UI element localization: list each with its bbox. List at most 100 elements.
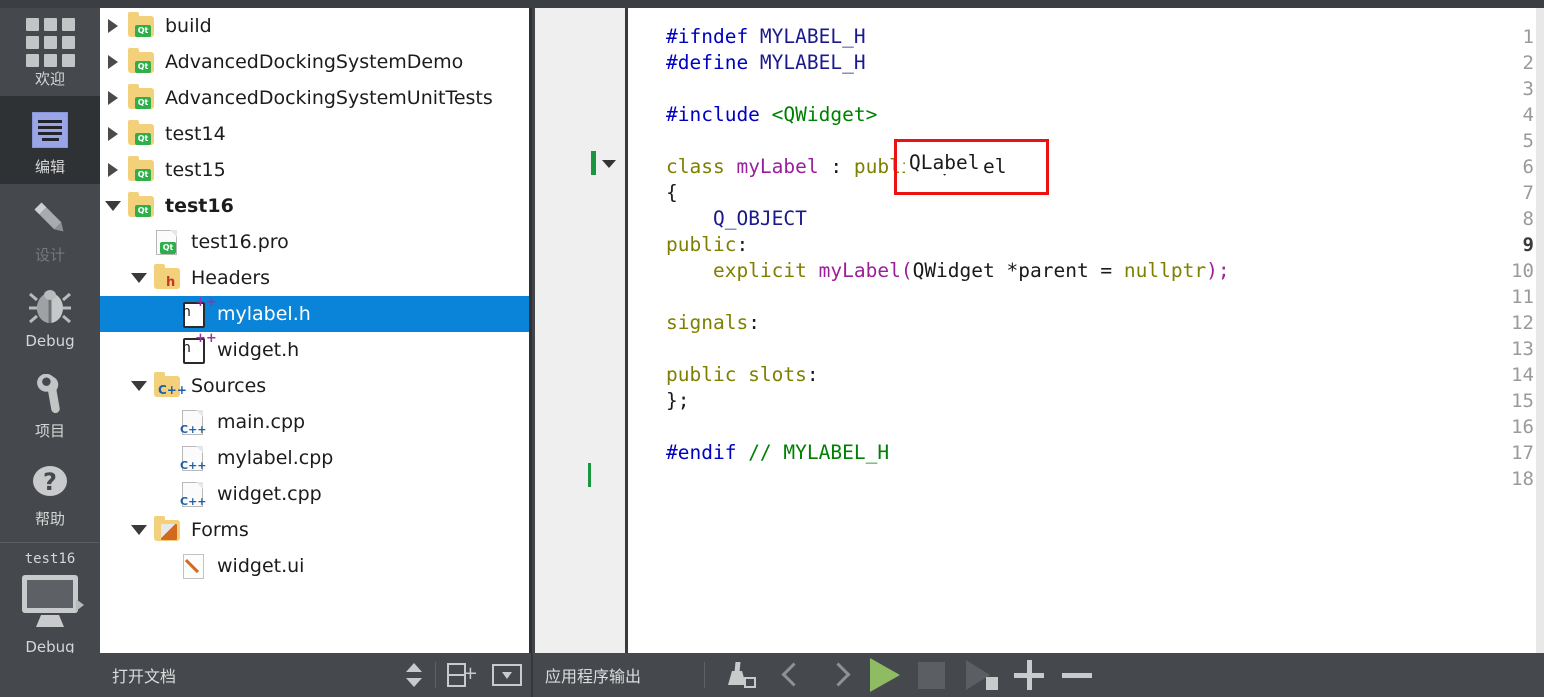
tree-row-widget-cpp[interactable]: C++ widget.cpp — [100, 476, 529, 512]
mode-item-help[interactable]: ? 帮助 — [0, 448, 100, 536]
chevron-right-icon[interactable] — [824, 658, 858, 692]
qt-folder-icon: Qt — [126, 156, 156, 184]
mode-item-debug[interactable]: Debug — [0, 272, 100, 360]
twisty-down-icon[interactable] — [100, 201, 126, 211]
tree-row-test16-pro[interactable]: Qt test16.pro — [100, 224, 529, 260]
code-token: MYLABEL_H — [759, 25, 866, 48]
tree-row-widget-ui[interactable]: widget.ui — [100, 548, 529, 584]
code-line[interactable]: public: — [666, 232, 748, 258]
mode-item-projects[interactable]: 项目 — [0, 360, 100, 448]
tree-row-advanceddockingsystemdemo[interactable]: Qt AdvancedDockingSystemDemo — [100, 44, 529, 80]
code-line[interactable]: #ifndef MYLABEL_H — [666, 24, 866, 50]
qt-folder-icon: Qt — [126, 192, 156, 220]
code-line[interactable] — [666, 76, 678, 102]
tree-row-sources[interactable]: C++ Sources — [100, 368, 529, 404]
tree-row-mylabel-h[interactable]: h ++ mylabel.h — [100, 296, 529, 332]
code-line[interactable] — [666, 284, 678, 310]
hpp-file-icon: h ++ — [178, 296, 217, 328]
twisty-down-icon[interactable] — [126, 273, 152, 283]
code-token: QWidget — [912, 259, 995, 282]
code-line[interactable]: Q_OBJECT — [666, 206, 807, 232]
twisty-right-icon[interactable] — [100, 19, 126, 33]
project-tree[interactable]: Qt build Qt AdvancedDockingSystemDemo Qt Adva… — [100, 8, 532, 653]
line-number: 14 — [1511, 364, 1534, 386]
code-line[interactable]: { — [666, 180, 678, 206]
mode-label-projects: 项目 — [34, 422, 65, 440]
mode-label-design: 设计 — [34, 246, 65, 264]
mode-label-welcome: 欢迎 — [34, 70, 65, 88]
code-token: #ifndef — [666, 25, 760, 48]
code-line[interactable]: }; — [666, 388, 689, 414]
code-token: class — [666, 155, 737, 178]
code-line[interactable]: signals: — [666, 310, 760, 336]
code-token: MYLABEL_H — [759, 51, 866, 74]
tree-row-test16[interactable]: Qt test16 — [100, 188, 529, 224]
tree-row-mylabel-cpp[interactable]: C++ mylabel.cpp — [100, 440, 529, 476]
kit-selector[interactable]: test16 Debug — [0, 543, 100, 656]
twisty-right-icon[interactable] — [100, 127, 126, 141]
debug-play-icon[interactable] — [966, 658, 998, 692]
code-line[interactable]: #endif // MYLABEL_H — [666, 440, 889, 466]
edit-icon — [27, 106, 73, 154]
chevron-left-icon[interactable] — [774, 658, 808, 692]
qt-creator-window: 欢迎 编辑 设计 Debug 项目 ? 帮助 test16 Debug Qt b… — [0, 0, 1544, 697]
code-line[interactable] — [666, 414, 678, 440]
twisty-down-icon[interactable] — [126, 381, 152, 391]
twisty-down-icon[interactable] — [126, 525, 152, 535]
code-line[interactable] — [666, 336, 678, 362]
up-down-arrows-icon[interactable] — [406, 661, 422, 689]
tree-row-forms[interactable]: Forms — [100, 512, 529, 548]
stop-icon[interactable] — [918, 661, 945, 689]
code-line[interactable]: #define MYLABEL_H — [666, 50, 866, 76]
play-icon[interactable] — [870, 658, 900, 692]
twisty-right-icon[interactable] — [100, 91, 126, 105]
line-number: 5 — [1522, 130, 1534, 152]
tree-row-label: mylabel.cpp — [217, 447, 334, 469]
code-editor[interactable]: #ifndef MYLABEL_H #define MYLABEL_H #incl… — [535, 8, 1544, 653]
ui-file-icon — [178, 552, 208, 580]
code-line[interactable]: #include <QWidget> — [666, 102, 877, 128]
twisty-right-icon[interactable] — [100, 163, 126, 177]
open-documents-label[interactable]: 打开文档 — [112, 663, 176, 687]
tree-row-advanceddockingsystemunittests[interactable]: Qt AdvancedDockingSystemUnitTests — [100, 80, 529, 116]
app-output-label[interactable]: 应用程序输出 — [545, 663, 641, 687]
tree-row-main-cpp[interactable]: C++ main.cpp — [100, 404, 529, 440]
tree-scrollbar-track[interactable] — [1536, 8, 1544, 653]
code-token: #include — [666, 103, 772, 126]
qt-folder-icon: Qt — [126, 120, 156, 148]
qt-pro-file-icon: Qt — [152, 228, 182, 256]
code-line[interactable]: public slots: — [666, 362, 819, 388]
code-text-area[interactable]: #ifndef MYLABEL_H #define MYLABEL_H #incl… — [588, 8, 1544, 653]
code-token: : — [736, 233, 749, 256]
code-token: signals — [666, 311, 749, 334]
tree-row-label: Forms — [191, 519, 249, 541]
code-line[interactable] — [666, 466, 678, 492]
mode-item-welcome[interactable]: 欢迎 — [0, 8, 100, 96]
tree-row-label: AdvancedDockingSystemDemo — [165, 51, 464, 73]
plus-icon[interactable] — [1014, 660, 1044, 690]
tree-row-widget-h[interactable]: h ++ widget.h — [100, 332, 529, 368]
tree-row-test14[interactable]: Qt test14 — [100, 116, 529, 152]
line-number: 16 — [1511, 416, 1534, 438]
code-line[interactable]: explicit myLabel(QWidget *parent = nullp… — [666, 258, 1230, 284]
minus-icon[interactable] — [1062, 672, 1092, 678]
code-token: nullptr — [1123, 259, 1207, 282]
mode-item-edit[interactable]: 编辑 — [0, 96, 100, 184]
close-pane-icon[interactable] — [492, 664, 522, 686]
split-pane-add-icon[interactable]: + — [447, 663, 478, 687]
tree-row-test15[interactable]: Qt test15 — [100, 152, 529, 188]
fold-arrow-icon[interactable] — [602, 160, 616, 168]
code-line[interactable] — [666, 128, 678, 154]
tree-row-label: widget.ui — [217, 555, 305, 577]
twisty-right-icon[interactable] — [100, 55, 126, 69]
tree-row-build[interactable]: Qt build — [100, 8, 529, 44]
svg-text:?: ? — [43, 468, 57, 496]
bug-icon — [27, 282, 73, 330]
tree-row-label: Sources — [191, 375, 267, 397]
broom-icon[interactable] — [726, 662, 756, 688]
tree-row-headers[interactable]: h Headers — [100, 260, 529, 296]
mode-item-design[interactable]: 设计 — [0, 184, 100, 272]
mode-selector-sidebar: 欢迎 编辑 设计 Debug 项目 ? 帮助 test16 Debug — [0, 8, 100, 697]
code-token: myLabel — [736, 155, 819, 178]
